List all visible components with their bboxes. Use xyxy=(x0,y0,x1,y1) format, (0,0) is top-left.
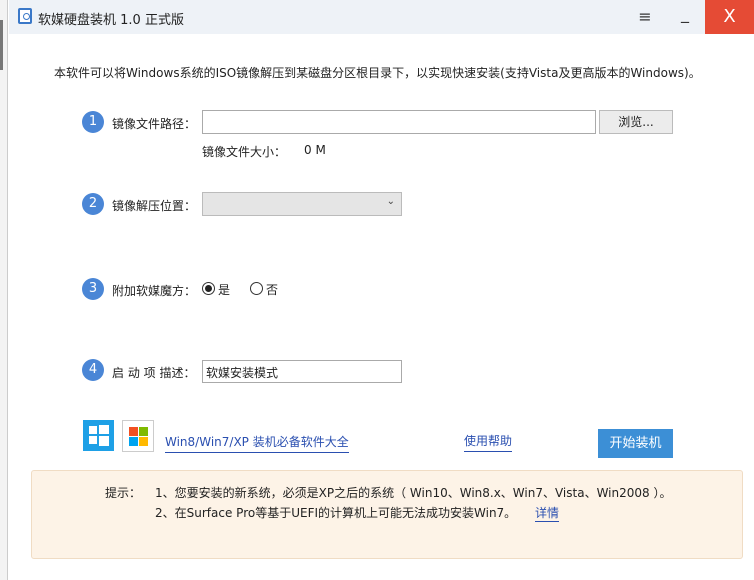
radio-no-label: 否 xyxy=(266,283,279,297)
hamburger-icon[interactable]: ≡ xyxy=(625,0,665,34)
minimize-icon[interactable]: _ xyxy=(665,0,705,34)
software-collection-link[interactable]: Win8/Win7/XP 装机必备软件大全 xyxy=(165,433,349,453)
window-title: 软媒硬盘装机 1.0 正式版 xyxy=(38,13,184,28)
tip-line-1: 1、您要安装的新系统，必须是XP之后的系统（ Win10、Win8.x、Win7… xyxy=(155,486,672,500)
iso-path-label: 镜像文件路径： xyxy=(112,117,197,131)
chevron-down-icon: ⌄ xyxy=(386,196,395,207)
windows7-logo-icon[interactable] xyxy=(122,420,154,452)
radio-yes-label: 是 xyxy=(218,283,231,297)
radio-yes[interactable] xyxy=(202,282,215,295)
tips-label: 提示： xyxy=(105,486,142,500)
boot-desc-label: 启 动 项 描述： xyxy=(112,366,196,380)
app-logo-icon xyxy=(18,8,32,24)
browse-button[interactable]: 浏览... xyxy=(599,110,673,134)
tips-panel: 提示： 1、您要安装的新系统，必须是XP之后的系统（ Win10、Win8.x、… xyxy=(31,470,743,559)
iso-path-input[interactable] xyxy=(202,110,596,134)
step-3-badge: 3 xyxy=(82,278,104,300)
boot-desc-input[interactable]: 软媒安装模式 xyxy=(202,360,402,383)
radio-no[interactable] xyxy=(250,282,263,295)
app-window: 软媒硬盘装机 1.0 正式版 ≡ _ X 本软件可以将Windows系统的ISO… xyxy=(9,0,754,580)
extract-location-select[interactable]: ⌄ xyxy=(202,192,402,216)
start-install-button[interactable]: 开始装机 xyxy=(598,429,673,458)
details-link[interactable]: 详情 xyxy=(535,504,560,522)
step-2-badge: 2 xyxy=(82,193,104,215)
iso-size-value: 0 M xyxy=(304,143,326,157)
step-1-badge: 1 xyxy=(82,111,104,133)
background-window-edge xyxy=(0,0,8,580)
tip-line-2: 2、在Surface Pro等基于UEFI的计算机上可能无法成功安装Win7。 xyxy=(155,506,517,520)
intro-text: 本软件可以将Windows系统的ISO镜像解压到某磁盘分区根目录下，以实现快速安… xyxy=(54,66,701,80)
extract-location-label: 镜像解压位置： xyxy=(112,199,197,213)
help-link[interactable]: 使用帮助 xyxy=(464,432,513,452)
ruanmei-cube-label: 附加软媒魔方： xyxy=(112,284,197,298)
iso-size-label: 镜像文件大小： xyxy=(202,145,287,159)
step-4-badge: 4 xyxy=(82,359,104,381)
windows8-logo-icon[interactable] xyxy=(83,420,114,451)
close-icon[interactable]: X xyxy=(705,0,754,34)
title-bar[interactable]: 软媒硬盘装机 1.0 正式版 ≡ _ X xyxy=(9,0,754,34)
